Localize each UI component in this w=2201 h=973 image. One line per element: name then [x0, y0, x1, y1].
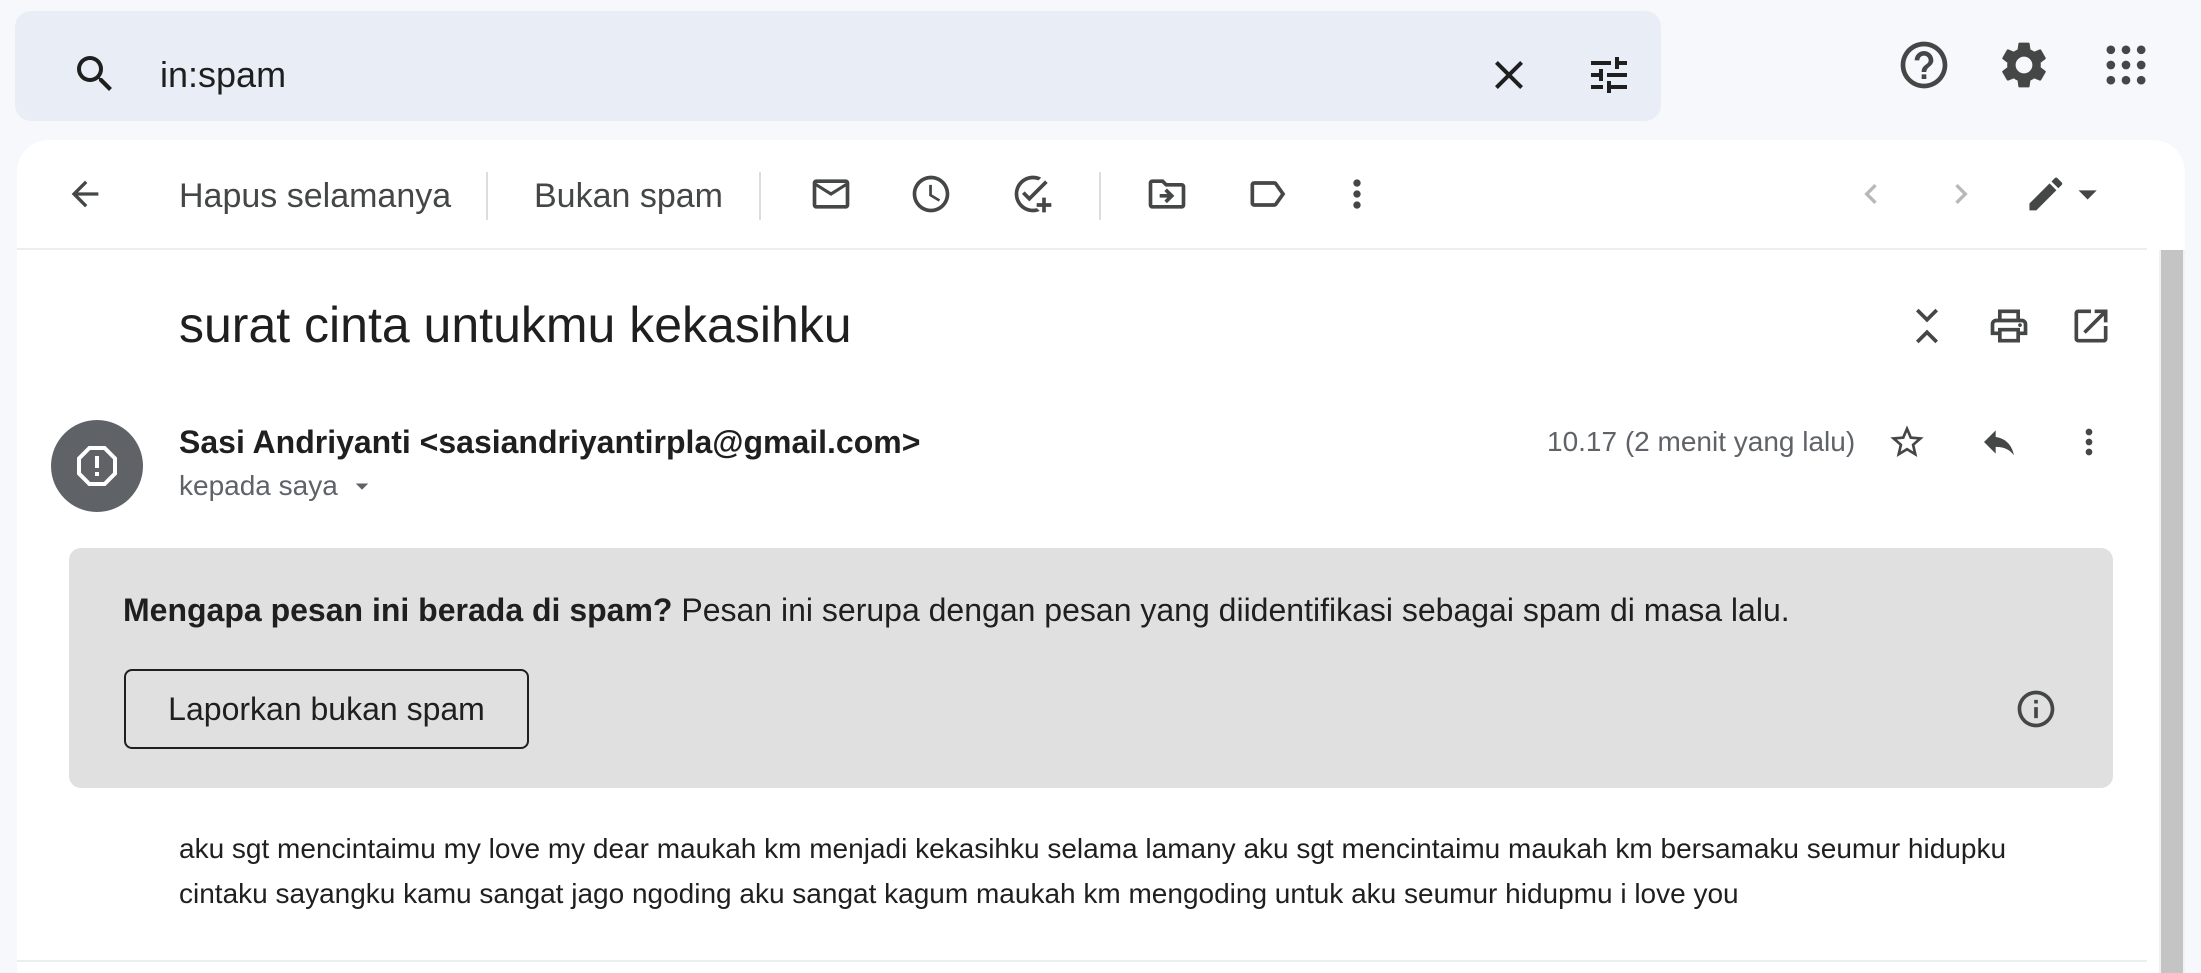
- settings-gear-icon[interactable]: [1992, 33, 2056, 97]
- spam-warning-icon: [73, 442, 121, 490]
- spam-reason-text: Mengapa pesan ini berada di spam? Pesan …: [123, 588, 1790, 632]
- more-vert-icon[interactable]: [1329, 166, 1385, 222]
- scrollbar-thumb[interactable]: [2161, 250, 2183, 973]
- sender-name-email: Sasi Andriyanti <sasiandriyantirpla@gmai…: [179, 424, 921, 460]
- search-icon[interactable]: [67, 46, 123, 102]
- toolbar-divider: [759, 172, 761, 220]
- report-not-spam-button[interactable]: Laporkan bukan spam: [124, 669, 529, 749]
- newer-chevron-left-icon[interactable]: [1843, 166, 1899, 222]
- message-timestamp: 10.17 (2 menit yang lalu): [1547, 426, 1856, 457]
- toolbar-divider: [486, 172, 488, 220]
- scrollbar[interactable]: [2159, 250, 2185, 973]
- spam-reason-question: Mengapa pesan ini berada di spam?: [123, 592, 673, 628]
- mark-unread-mail-icon[interactable]: [803, 166, 859, 222]
- divider: [17, 960, 2147, 962]
- message-more-vert-icon[interactable]: [2063, 416, 2115, 468]
- sender-avatar: [51, 420, 143, 512]
- dropdown-arrow-icon[interactable]: [344, 468, 380, 504]
- search-bar[interactable]: in:spam: [15, 11, 1661, 121]
- star-icon[interactable]: [1881, 416, 1933, 468]
- message-body-line: cintaku sayangku kamu sangat jago ngodin…: [179, 878, 1739, 909]
- recipient-label: kepada saya: [179, 470, 338, 501]
- search-input[interactable]: in:spam: [160, 45, 286, 105]
- search-options-icon[interactable]: [1581, 47, 1637, 103]
- label-tag-icon[interactable]: [1239, 166, 1295, 222]
- input-tools-pencil-icon[interactable]: [2019, 166, 2109, 222]
- print-icon[interactable]: [1983, 300, 2035, 352]
- add-to-tasks-icon[interactable]: [1005, 166, 1061, 222]
- help-icon[interactable]: [1892, 33, 1956, 97]
- open-in-new-window-icon[interactable]: [2065, 300, 2117, 352]
- delete-forever-button[interactable]: Hapus selamanya: [179, 168, 451, 224]
- back-arrow-icon[interactable]: [57, 166, 113, 222]
- recipient-details-toggle[interactable]: kepada saya: [179, 466, 380, 506]
- toolbar-divider: [1099, 172, 1101, 220]
- reply-icon[interactable]: [1973, 416, 2025, 468]
- apps-grid-icon[interactable]: [2094, 33, 2158, 97]
- message-body: aku sgt mencintaimu my love my dear mauk…: [179, 826, 2139, 916]
- message-subject: surat cinta untukmu kekasihku: [179, 297, 852, 353]
- move-to-folder-icon[interactable]: [1139, 166, 1195, 222]
- spam-reason-explanation: Pesan ini serupa dengan pesan yang diide…: [672, 592, 1790, 628]
- not-spam-button[interactable]: Bukan spam: [534, 168, 723, 224]
- message-body-line: aku sgt mencintaimu my love my dear mauk…: [179, 833, 2007, 864]
- info-icon[interactable]: [2013, 686, 2059, 732]
- message-toolbar: Hapus selamanya Bukan spam: [17, 140, 2147, 250]
- older-chevron-right-icon[interactable]: [1933, 166, 1989, 222]
- message-panel: Hapus selamanya Bukan spam surat cinta u…: [17, 140, 2185, 973]
- collapse-all-icon[interactable]: [1901, 300, 1953, 352]
- spam-warning-banner: Mengapa pesan ini berada di spam? Pesan …: [69, 548, 2113, 788]
- clear-search-icon[interactable]: [1481, 47, 1537, 103]
- snooze-clock-icon[interactable]: [903, 166, 959, 222]
